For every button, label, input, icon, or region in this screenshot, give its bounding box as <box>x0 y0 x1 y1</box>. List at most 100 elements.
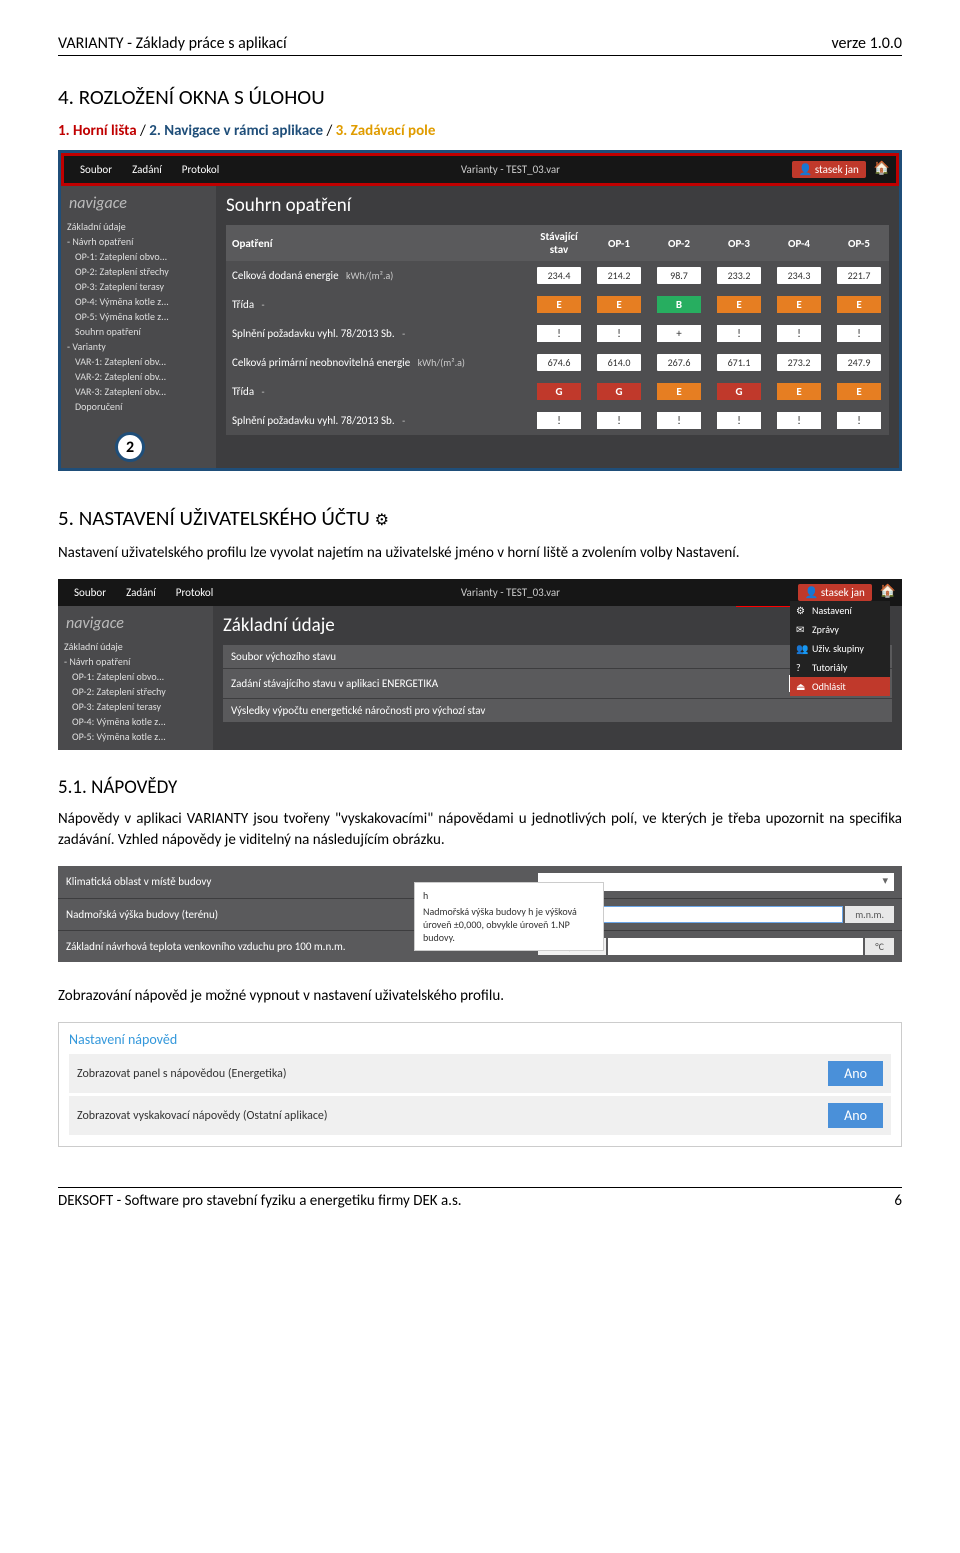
dd-odhlasit[interactable]: ⏏Odhlásit <box>790 677 890 696</box>
home-icon[interactable]: 🏠 <box>874 161 890 178</box>
panel-title: Souhrn opatření <box>226 194 889 217</box>
header-rule <box>58 55 902 56</box>
main-panel: Souhrn opatření OpatřeníStávající stavOP… <box>216 186 899 468</box>
sidebar-item[interactable]: OP-1: Zateplení obvo... <box>67 249 210 264</box>
input-h[interactable] <box>585 906 843 923</box>
nav-title: navigace <box>67 192 210 219</box>
cell: 214.2 <box>589 261 649 290</box>
cell: 234.3 <box>769 261 829 290</box>
sidebar-item[interactable]: OP-2: Zateplení střechy <box>64 684 207 699</box>
menu-protokol[interactable]: Protokol <box>172 160 229 179</box>
dd-skupiny[interactable]: 👥Uživ. skupiny <box>790 639 890 658</box>
sidebar: navigace Základní údaje- Návrh opatřeníO… <box>58 606 213 750</box>
cell: ! <box>589 319 649 348</box>
sidebar-item[interactable]: Souhrn opatření <box>67 324 210 339</box>
cell: E <box>829 377 889 406</box>
col-header: OP-3 <box>709 225 769 261</box>
cell: 221.7 <box>829 261 889 290</box>
nav-title: navigace <box>64 612 207 639</box>
cell: 671.1 <box>709 348 769 377</box>
sidebar-item[interactable]: Základní údaje <box>64 639 207 654</box>
row-label: Celková primární neobnovitelná energie k… <box>226 348 529 377</box>
cell: E <box>709 290 769 319</box>
user-button[interactable]: 👤 stasek jan <box>792 161 866 178</box>
row-nadmorska: Nadmořská výška budovy (terénu) h Nadmoř… <box>58 899 902 930</box>
gear-icon: ⚙ <box>375 511 389 530</box>
cell: 273.2 <box>769 348 829 377</box>
tooltip: h Nadmořská výška budovy h je výšková úr… <box>414 882 604 951</box>
home-icon[interactable]: 🏠 <box>880 584 896 601</box>
sidebar-item[interactable]: - Návrh opatření <box>67 234 210 249</box>
toggle-ostatni[interactable]: Ano <box>828 1103 883 1128</box>
sidebar-item[interactable]: Základní údaje <box>67 219 210 234</box>
cell: ! <box>529 319 589 348</box>
screenshot-2: Soubor Zadání Protokol Varianty - TEST_0… <box>58 579 902 750</box>
col-header: OP-4 <box>769 225 829 261</box>
cell: ! <box>529 406 589 435</box>
header-left: VARIANTY - Základy práce s aplikací <box>58 34 287 53</box>
footer-page: 6 <box>894 1192 902 1210</box>
menu-zadani[interactable]: Zadání <box>122 160 172 179</box>
cell: ! <box>769 406 829 435</box>
sidebar-item[interactable]: OP-5: Výměna kotle z... <box>67 309 210 324</box>
sidebar-item[interactable]: Doporučení <box>67 399 210 414</box>
cell: E <box>529 290 589 319</box>
summary-table: OpatřeníStávající stavOP-1OP-2OP-3OP-4OP… <box>226 225 889 435</box>
user-dropdown: ⚙Nastavení ✉Zprávy 👥Uživ. skupiny ?Tutor… <box>790 601 890 696</box>
sidebar-item[interactable]: VAR-1: Zateplení obv... <box>67 354 210 369</box>
col-header: Opatření <box>226 225 529 261</box>
cell: E <box>589 290 649 319</box>
input-theta[interactable] <box>608 938 863 955</box>
dd-tutorialy[interactable]: ?Tutoriály <box>790 658 890 677</box>
sidebar-item[interactable]: VAR-2: Zateplení obv... <box>67 369 210 384</box>
cell: E <box>649 377 709 406</box>
sidebar-item[interactable]: OP-1: Zateplení obvo... <box>64 669 207 684</box>
dd-nastaveni[interactable]: ⚙Nastavení <box>790 601 890 620</box>
footer-left: DEKSOFT - Software pro stavební fyziku a… <box>58 1192 462 1210</box>
cell: 234.4 <box>529 261 589 290</box>
toggle-energetika[interactable]: Ano <box>828 1061 883 1086</box>
sidebar-item[interactable]: - Varianty <box>67 339 210 354</box>
cell: 614.0 <box>589 348 649 377</box>
cell: ! <box>649 406 709 435</box>
sidebar-item[interactable]: OP-4: Výměna kotle z... <box>67 294 210 309</box>
screenshot-1: 1 3 Soubor Zadání Protokol Varianty - TE… <box>58 150 902 471</box>
row-label: Splnění požadavku vyhl. 78/2013 Sb. - <box>226 406 529 435</box>
col-header: Stávající stav <box>529 225 589 261</box>
cell: 233.2 <box>709 261 769 290</box>
cell: 98.7 <box>649 261 709 290</box>
sidebar-item[interactable]: - Návrh opatření <box>64 654 207 669</box>
sidebar-item[interactable]: VAR-3: Zateplení obv... <box>67 384 210 399</box>
section-4-legend: 1. Horní lišta / 2. Navigace v rámci apl… <box>58 122 902 140</box>
row-label: Třída - <box>226 290 529 319</box>
row-vysledky: Výsledky výpočtu energetické náročnosti … <box>223 699 892 722</box>
menu-soubor[interactable]: Soubor <box>70 160 122 179</box>
section-5-text: Nastavení uživatelského profilu lze vyvo… <box>58 543 902 563</box>
menu-protokol[interactable]: Protokol <box>166 583 223 602</box>
cell: E <box>829 290 889 319</box>
sidebar: navigace Základní údaje- Návrh opatřeníO… <box>61 186 216 468</box>
cell: G <box>589 377 649 406</box>
cell: E <box>769 377 829 406</box>
cell: ! <box>709 319 769 348</box>
cell: B <box>649 290 709 319</box>
cell: G <box>709 377 769 406</box>
sidebar-item[interactable]: OP-4: Výměna kotle z... <box>64 714 207 729</box>
sidebar-item[interactable]: OP-3: Zateplení terasy <box>67 279 210 294</box>
header-right: verze 1.0.0 <box>831 34 902 53</box>
user-button[interactable]: 👤 stasek jan <box>798 584 872 601</box>
section-5-title: 5. NASTAVENÍ UŽIVATELSKÉHO ÚČTU ⚙ <box>58 505 902 531</box>
cell: ! <box>769 319 829 348</box>
sidebar-item[interactable]: OP-2: Zateplení střechy <box>67 264 210 279</box>
row-label: Splnění požadavku vyhl. 78/2013 Sb. - <box>226 319 529 348</box>
sidebar-item[interactable]: OP-5: Výměna kotle z... <box>64 729 207 744</box>
settings-title: Nastavení nápověd <box>69 1031 891 1048</box>
row-ostatni: Zobrazovat vyskakovací nápovědy (Ostatní… <box>69 1096 891 1135</box>
cell: + <box>649 319 709 348</box>
menu-zadani[interactable]: Zadání <box>116 583 166 602</box>
badge-2: 2 <box>115 432 145 462</box>
sidebar-item[interactable]: OP-3: Zateplení terasy <box>64 699 207 714</box>
menu-soubor[interactable]: Soubor <box>64 583 116 602</box>
dd-zpravy[interactable]: ✉Zprávy <box>790 620 890 639</box>
unit-mnm: m.n.m. <box>845 906 894 923</box>
